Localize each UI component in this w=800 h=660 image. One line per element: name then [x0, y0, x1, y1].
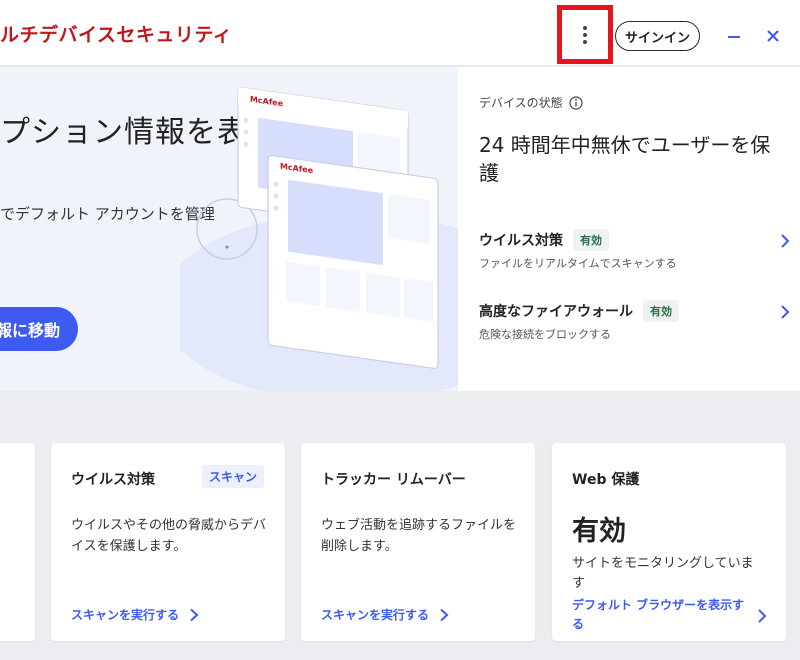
minimize-button[interactable]: [720, 22, 748, 50]
feature-firewall[interactable]: 高度なファイアウォール 有効 危険な接続をブロックする: [479, 300, 790, 346]
device-status-label: デバイスの状態: [479, 94, 583, 111]
subscription-hero: プション情報を表 でデフォルト アカウントを管理 報に移動 McAfee McA…: [0, 67, 458, 391]
feature-title: 高度なファイアウォール 有効: [479, 300, 679, 322]
feature-antivirus[interactable]: ウイルス対策 有効 ファイルをリアルタイムでスキャンする: [479, 229, 790, 275]
run-scan-link-text: スキャンを実行する: [321, 608, 430, 622]
minimize-icon: [728, 36, 740, 38]
info-icon[interactable]: [569, 95, 583, 110]
app-title: ルチデバイスセキュリティ: [0, 24, 233, 46]
chevron-right-icon: [440, 608, 449, 621]
status-badge: 有効: [573, 229, 609, 251]
device-status-panel: デバイスの状態 24 時間年中無休でユーザーを保護 ウイルス対策 有効 ファイル…: [458, 67, 800, 391]
title-bar: ルチデバイスセキュリティ サインイン: [0, 0, 800, 66]
scan-badge: スキャン: [201, 465, 264, 488]
feature-title-text: 高度なファイアウォール: [479, 304, 633, 320]
close-button[interactable]: [759, 22, 787, 50]
go-to-info-button[interactable]: 報に移動: [0, 307, 78, 351]
chevron-right-icon: [190, 608, 199, 621]
chevron-right-icon[interactable]: [778, 304, 792, 320]
more-options-button[interactable]: [563, 12, 607, 57]
card-description: ウェブ活動を追跡するファイルを削除します。: [321, 518, 517, 554]
chevron-right-icon[interactable]: [756, 608, 768, 624]
run-scan-link[interactable]: スキャンを実行する: [321, 606, 449, 623]
card-title: ウイルス対策: [71, 472, 155, 488]
mcafee-windows-illustration: McAfee McAfee: [180, 86, 458, 391]
status-badge: 有効: [643, 300, 679, 322]
run-scan-link-text: スキャンを実行する: [71, 608, 180, 622]
feature-title: ウイルス対策 有効: [479, 229, 609, 251]
card-title: トラッカー リムーバー: [321, 472, 466, 488]
card-offscreen: [0, 443, 35, 641]
card-antivirus: ウイルス対策 スキャン ウイルスやその他の脅威からデバイスを保護します。 スキャ…: [51, 443, 285, 641]
more-vertical-icon: [583, 25, 587, 44]
feature-title-text: ウイルス対策: [479, 233, 563, 249]
card-description: サイトをモニタリングしています: [572, 556, 754, 591]
card-tracker-remover: トラッカー リムーバー ウェブ活動を追跡するファイルを削除します。 スキャンを実…: [301, 443, 535, 641]
card-title: Web 保護: [572, 472, 640, 488]
feature-description: 危険な接続をブロックする: [479, 328, 611, 341]
view-default-browser-link[interactable]: デフォルト ブラウザーを表示する: [572, 596, 752, 634]
card-description: ウイルスやその他の脅威からデバイスを保護します。: [71, 518, 267, 554]
web-protection-status: 有効: [572, 516, 626, 547]
signin-button[interactable]: サインイン: [615, 21, 700, 51]
close-icon: [767, 30, 779, 42]
run-scan-link[interactable]: スキャンを実行する: [71, 606, 199, 623]
feature-description: ファイルをリアルタイムでスキャンする: [479, 257, 677, 270]
chevron-right-icon[interactable]: [778, 233, 792, 249]
device-status-label-text: デバイスの状態: [479, 96, 563, 110]
card-web-protection: Web 保護 有効 サイトをモニタリングしています デフォルト ブラウザーを表示…: [552, 443, 786, 641]
device-status-headline: 24 時間年中無休でユーザーを保護: [479, 133, 771, 185]
